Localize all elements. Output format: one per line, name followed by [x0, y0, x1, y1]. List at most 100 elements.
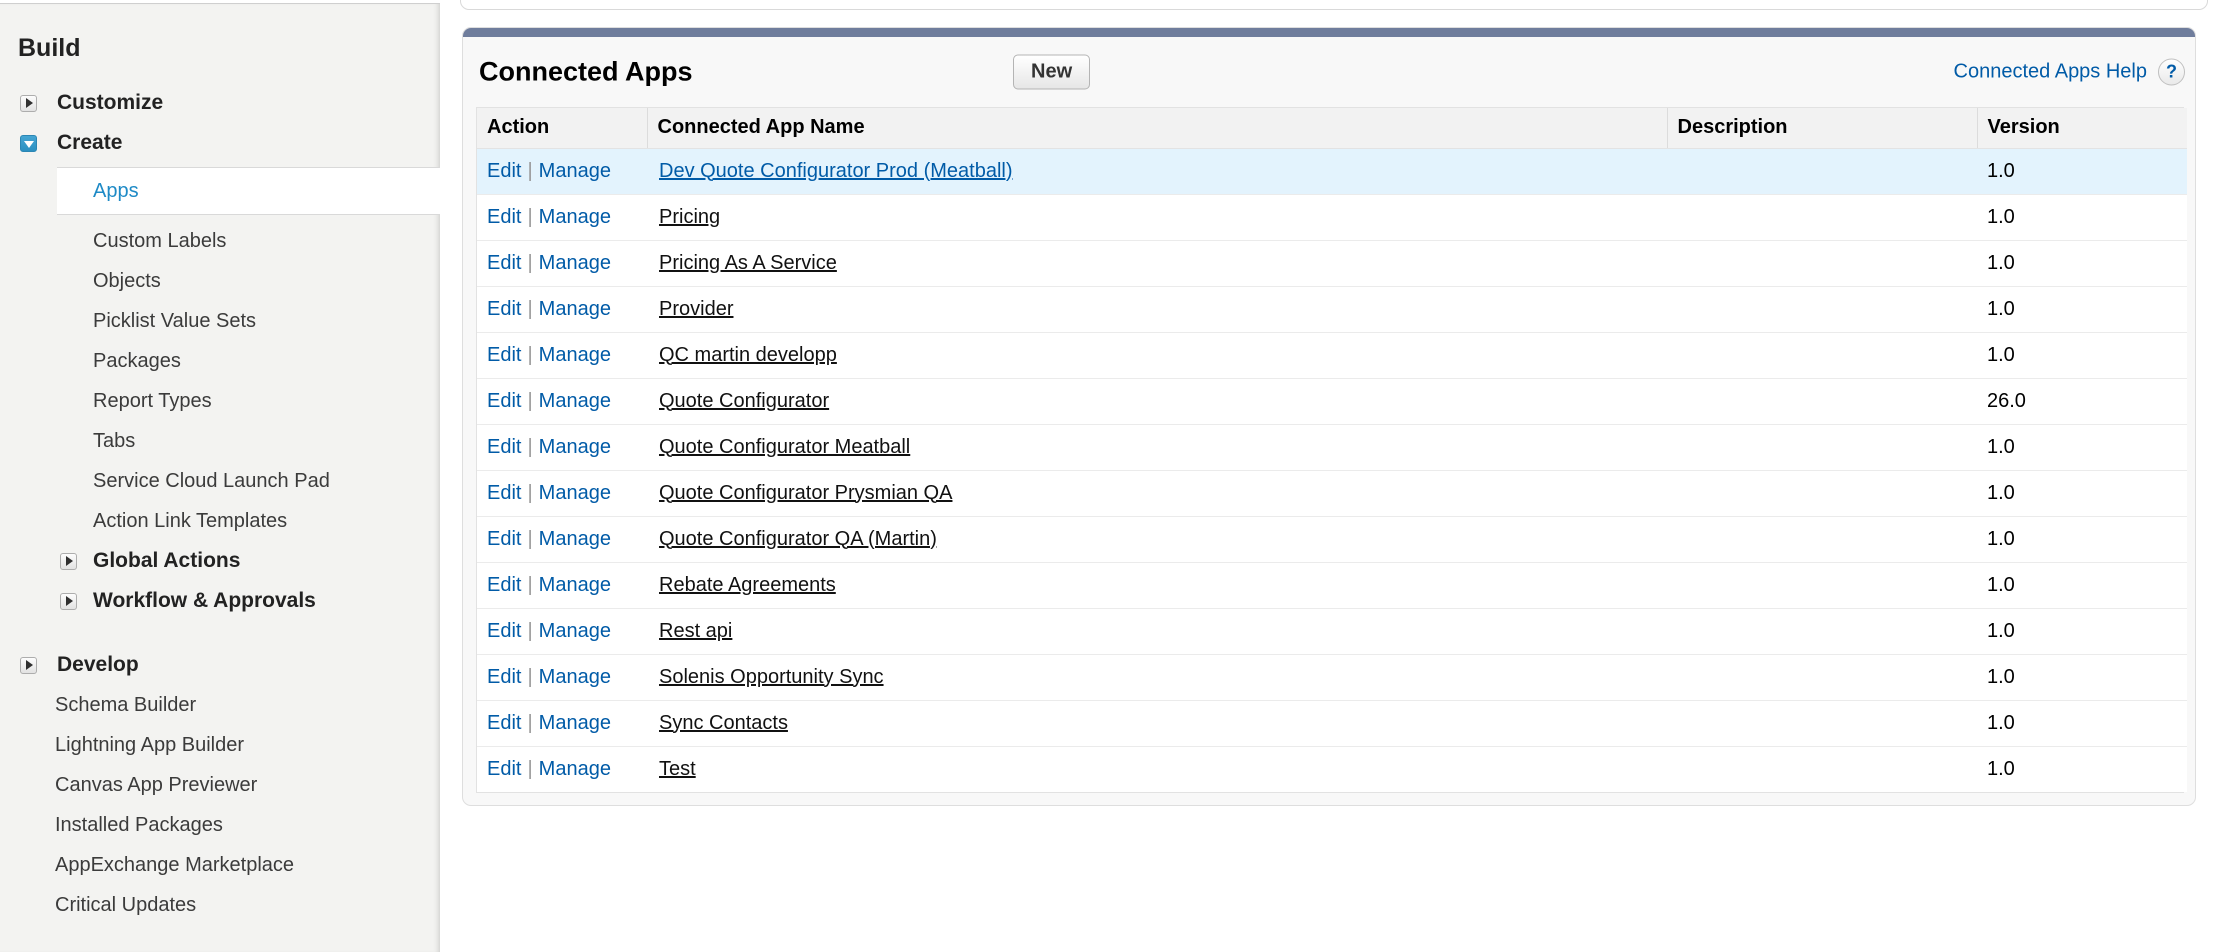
app-name-link[interactable]: Test: [659, 758, 696, 780]
edit-link[interactable]: Edit: [487, 252, 521, 274]
app-name-cell: Pricing: [647, 194, 1667, 240]
table-row: Edit|Manage Dev Quote Configurator Prod …: [477, 148, 2187, 194]
edit-link[interactable]: Edit: [487, 206, 521, 228]
app-name-link[interactable]: Sync Contacts: [659, 712, 788, 734]
manage-link[interactable]: Manage: [539, 620, 611, 642]
edit-link[interactable]: Edit: [487, 758, 521, 780]
sidebar-item[interactable]: Customize: [0, 83, 440, 123]
help-icon[interactable]: ?: [2158, 59, 2185, 86]
sidebar-item[interactable]: AppExchange Marketplace: [0, 845, 440, 885]
main-content: Connected Apps New Connected Apps Help ?…: [440, 0, 2220, 952]
app-name-link[interactable]: Provider: [659, 298, 733, 320]
manage-link[interactable]: Manage: [539, 344, 611, 366]
sidebar-item-label: Installed Packages: [55, 814, 223, 837]
edit-link[interactable]: Edit: [487, 298, 521, 320]
connected-apps-help-link[interactable]: Connected Apps Help: [1954, 61, 2147, 84]
sidebar-item-label: Action Link Templates: [93, 510, 287, 533]
sidebar-item[interactable]: Packages: [0, 341, 440, 381]
manage-link[interactable]: Manage: [539, 712, 611, 734]
description-cell: [1667, 470, 1977, 516]
app-name-cell: Rest api: [647, 608, 1667, 654]
expand-toggle-icon[interactable]: [20, 657, 37, 674]
manage-link[interactable]: Manage: [539, 758, 611, 780]
app-name-link[interactable]: Quote Configurator Prysmian QA: [659, 482, 952, 504]
panel-top-accent: [463, 28, 2195, 37]
table-row: Edit|Manage Solenis Opportunity Sync 1.0: [477, 654, 2187, 700]
sidebar-item[interactable]: Custom Labels: [0, 221, 440, 261]
sidebar-item[interactable]: Create: [0, 123, 440, 163]
sidebar-item[interactable]: Lightning App Builder: [0, 725, 440, 765]
table-row: Edit|Manage Quote Configurator 26.0: [477, 378, 2187, 424]
app-name-link[interactable]: Quote Configurator Meatball: [659, 436, 910, 458]
app-name-link[interactable]: Pricing: [659, 206, 720, 228]
app-name-link[interactable]: QC martin developp: [659, 344, 837, 366]
expand-toggle-icon[interactable]: [20, 95, 37, 112]
expand-toggle-icon[interactable]: [60, 553, 77, 570]
app-name-link[interactable]: Quote Configurator: [659, 390, 829, 412]
action-separator: |: [527, 390, 532, 412]
sidebar-item[interactable]: Report Types: [0, 381, 440, 421]
table-header-row: Action Connected App Name Description Ve…: [477, 108, 2187, 148]
action-cell: Edit|Manage: [477, 700, 647, 746]
app-name-link[interactable]: Rebate Agreements: [659, 574, 836, 596]
sidebar-item[interactable]: Schema Builder: [0, 685, 440, 725]
sidebar-item[interactable]: Objects: [0, 261, 440, 301]
edit-link[interactable]: Edit: [487, 436, 521, 458]
edit-link[interactable]: Edit: [487, 344, 521, 366]
manage-link[interactable]: Manage: [539, 666, 611, 688]
edit-link[interactable]: Edit: [487, 620, 521, 642]
setup-sidebar: Build Customize Create Apps: [0, 3, 440, 952]
table-row: Edit|Manage Rest api 1.0: [477, 608, 2187, 654]
edit-link[interactable]: Edit: [487, 712, 521, 734]
manage-link[interactable]: Manage: [539, 574, 611, 596]
column-header-app-name: Connected App Name: [647, 108, 1667, 148]
sidebar-item[interactable]: Picklist Value Sets: [0, 301, 440, 341]
manage-link[interactable]: Manage: [539, 298, 611, 320]
sidebar-item[interactable]: Workflow & Approvals: [0, 581, 440, 621]
action-cell: Edit|Manage: [477, 746, 647, 792]
version-cell: 1.0: [1977, 240, 2187, 286]
action-cell: Edit|Manage: [477, 608, 647, 654]
edit-link[interactable]: Edit: [487, 482, 521, 504]
edit-link[interactable]: Edit: [487, 666, 521, 688]
app-name-link[interactable]: Rest api: [659, 620, 732, 642]
action-separator: |: [527, 206, 532, 228]
edit-link[interactable]: Edit: [487, 160, 521, 182]
table-row: Edit|Manage Test 1.0: [477, 746, 2187, 792]
manage-link[interactable]: Manage: [539, 528, 611, 550]
app-name-link[interactable]: Dev Quote Configurator Prod (Meatball): [659, 160, 1013, 182]
manage-link[interactable]: Manage: [539, 436, 611, 458]
sidebar-item[interactable]: Develop: [0, 645, 440, 685]
sidebar-item[interactable]: Canvas App Previewer: [0, 765, 440, 805]
sidebar-item[interactable]: Global Actions: [0, 541, 440, 581]
description-cell: [1667, 240, 1977, 286]
sidebar-item[interactable]: Action Link Templates: [0, 501, 440, 541]
manage-link[interactable]: Manage: [539, 206, 611, 228]
app-name-link[interactable]: Solenis Opportunity Sync: [659, 666, 884, 688]
sidebar-item[interactable]: Critical Updates: [0, 885, 440, 925]
sidebar-item[interactable]: Service Cloud Launch Pad: [0, 461, 440, 501]
manage-link[interactable]: Manage: [539, 160, 611, 182]
collapse-toggle-icon[interactable]: [20, 135, 37, 152]
sidebar-item-label: Custom Labels: [93, 230, 226, 253]
app-name-cell: Solenis Opportunity Sync: [647, 654, 1667, 700]
app-name-cell: Quote Configurator Prysmian QA: [647, 470, 1667, 516]
app-name-link[interactable]: Quote Configurator QA (Martin): [659, 528, 937, 550]
manage-link[interactable]: Manage: [539, 390, 611, 412]
edit-link[interactable]: Edit: [487, 574, 521, 596]
manage-link[interactable]: Manage: [539, 252, 611, 274]
edit-link[interactable]: Edit: [487, 390, 521, 412]
column-header-action: Action: [477, 108, 647, 148]
app-name-link[interactable]: Pricing As A Service: [659, 252, 837, 274]
manage-link[interactable]: Manage: [539, 482, 611, 504]
table-row: Edit|Manage Rebate Agreements 1.0: [477, 562, 2187, 608]
sidebar-item[interactable]: Tabs: [0, 421, 440, 461]
table-row: Edit|Manage QC martin developp 1.0: [477, 332, 2187, 378]
sidebar-item[interactable]: Installed Packages: [0, 805, 440, 845]
action-separator: |: [527, 574, 532, 596]
edit-link[interactable]: Edit: [487, 528, 521, 550]
sidebar-item[interactable]: Apps: [57, 167, 440, 215]
new-button[interactable]: New: [1013, 55, 1090, 90]
action-cell: Edit|Manage: [477, 424, 647, 470]
expand-toggle-icon[interactable]: [60, 593, 77, 610]
